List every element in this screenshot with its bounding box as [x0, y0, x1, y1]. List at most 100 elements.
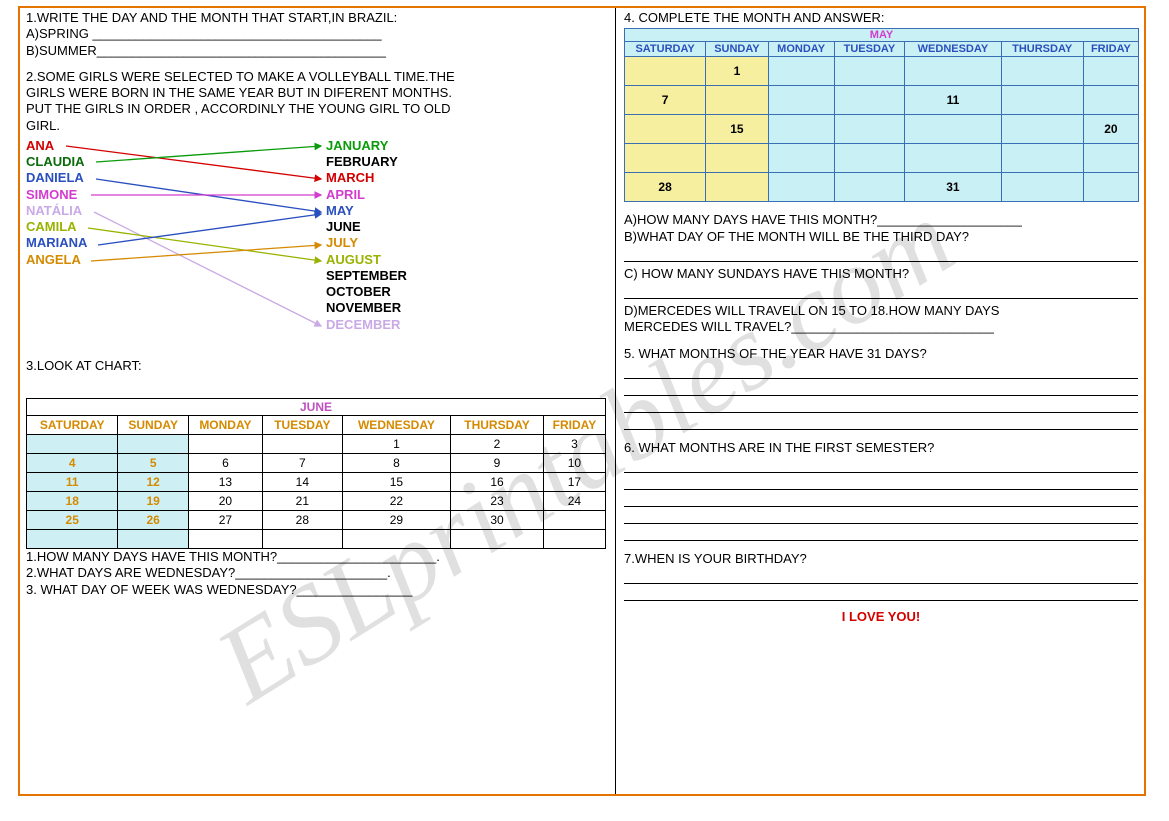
june-cell: 10 [543, 454, 605, 473]
month-label: JUNE [326, 219, 506, 235]
q5: 5. WHAT MONTHS OF THE YEAR HAVE 31 DAYS? [624, 346, 1138, 362]
may-calendar: MAY SATURDAYSUNDAYMONDAYTUESDAYWEDNESDAY… [624, 28, 1139, 202]
may-cell [834, 115, 905, 144]
june-cell: 6 [188, 454, 262, 473]
june-cell [451, 530, 544, 549]
may-cell [1001, 144, 1083, 173]
june-cell: 16 [451, 473, 544, 492]
may-cell [625, 57, 706, 86]
june-cell: 20 [188, 492, 262, 511]
q4d-l2: MERCEDES WILL TRAVEL?___________________… [624, 319, 1138, 335]
blank-line [624, 381, 1138, 396]
q1-spring: A)SPRING _______________________________… [26, 26, 609, 42]
blank-line [624, 458, 1138, 473]
june-day-header: SATURDAY [27, 416, 118, 435]
may-cell [1083, 57, 1138, 86]
may-cell [1001, 86, 1083, 115]
may-day-header: WEDNESDAY [905, 42, 1001, 57]
month-label: FEBRUARY [326, 154, 506, 170]
may-cell [625, 115, 706, 144]
june-cell: 25 [27, 511, 118, 530]
may-cell: 15 [706, 115, 769, 144]
june-cell: 30 [451, 511, 544, 530]
may-cell: 28 [625, 173, 706, 202]
blank-line [624, 247, 1138, 262]
june-calendar: JUNE SATURDAYSUNDAYMONDAYTUESDAYWEDNESDA… [26, 398, 606, 549]
may-cell [706, 173, 769, 202]
may-cell: 11 [905, 86, 1001, 115]
june-cell: 21 [263, 492, 343, 511]
june-cell [543, 511, 605, 530]
q4: 4. COMPLETE THE MONTH AND ANSWER: [624, 10, 1138, 26]
q3: 3.LOOK AT CHART: [26, 358, 609, 374]
june-cell: 26 [118, 511, 188, 530]
june-day-header: SUNDAY [118, 416, 188, 435]
q4b: B)WHAT DAY OF THE MONTH WILL BE THE THIR… [624, 229, 1138, 245]
may-cell [706, 86, 769, 115]
matching-lines [26, 138, 346, 358]
june-cell: 8 [342, 454, 450, 473]
blank-line [624, 509, 1138, 524]
june-cell [188, 435, 262, 454]
q4a: A)HOW MANY DAYS HAVE THIS MONTH?________… [624, 212, 1138, 228]
may-cell [768, 115, 834, 144]
month-label: JULY [326, 235, 506, 251]
month-label: NOVEMBER [326, 300, 506, 316]
june-cell [27, 530, 118, 549]
q4c: C) HOW MANY SUNDAYS HAVE THIS MONTH? [624, 266, 1138, 282]
may-cell [706, 144, 769, 173]
may-cell: 1 [706, 57, 769, 86]
may-cell [1083, 144, 1138, 173]
june-cell [27, 435, 118, 454]
month-label: MARCH [326, 170, 506, 186]
june-cell: 15 [342, 473, 450, 492]
june-cell: 2 [451, 435, 544, 454]
month-label: AUGUST [326, 252, 506, 268]
june-cell: 24 [543, 492, 605, 511]
june-cell: 11 [27, 473, 118, 492]
june-day-header: FRIDAY [543, 416, 605, 435]
q3b: 2.WHAT DAYS ARE WEDNESDAY?______________… [26, 565, 609, 581]
june-cell: 3 [543, 435, 605, 454]
may-day-header: TUESDAY [834, 42, 905, 57]
month-label: MAY [326, 203, 506, 219]
may-cell: 31 [905, 173, 1001, 202]
june-cell: 5 [118, 454, 188, 473]
june-cell: 23 [451, 492, 544, 511]
love-text: I LOVE YOU! [624, 609, 1138, 624]
month-label: OCTOBER [326, 284, 506, 300]
may-day-header: SATURDAY [625, 42, 706, 57]
june-cell [118, 530, 188, 549]
may-cell [905, 57, 1001, 86]
may-cell [834, 57, 905, 86]
june-cell: 14 [263, 473, 343, 492]
june-cell [263, 530, 343, 549]
month-label: DECEMBER [326, 317, 506, 333]
may-cell [834, 173, 905, 202]
may-cell [834, 144, 905, 173]
june-cell [188, 530, 262, 549]
blank-line [624, 475, 1138, 490]
june-cell [543, 530, 605, 549]
may-cell [625, 144, 706, 173]
q2-l2: GIRLS WERE BORN IN THE SAME YEAR BUT IN … [26, 85, 609, 101]
may-cell [1001, 115, 1083, 144]
may-cell [1001, 57, 1083, 86]
june-day-header: TUESDAY [263, 416, 343, 435]
may-cell [768, 57, 834, 86]
blank-line [624, 415, 1138, 430]
q1-summer: B)SUMMER________________________________… [26, 43, 609, 59]
june-cell: 29 [342, 511, 450, 530]
q2-l1: 2.SOME GIRLS WERE SELECTED TO MAKE A VOL… [26, 69, 609, 85]
blank-line [624, 586, 1138, 601]
may-cell [1083, 86, 1138, 115]
june-cell: 27 [188, 511, 262, 530]
may-cell [768, 144, 834, 173]
may-cell [834, 86, 905, 115]
may-day-header: THURSDAY [1001, 42, 1083, 57]
june-cell: 17 [543, 473, 605, 492]
may-day-header: SUNDAY [706, 42, 769, 57]
may-cell [768, 86, 834, 115]
june-day-header: WEDNESDAY [342, 416, 450, 435]
blank-line [624, 398, 1138, 413]
